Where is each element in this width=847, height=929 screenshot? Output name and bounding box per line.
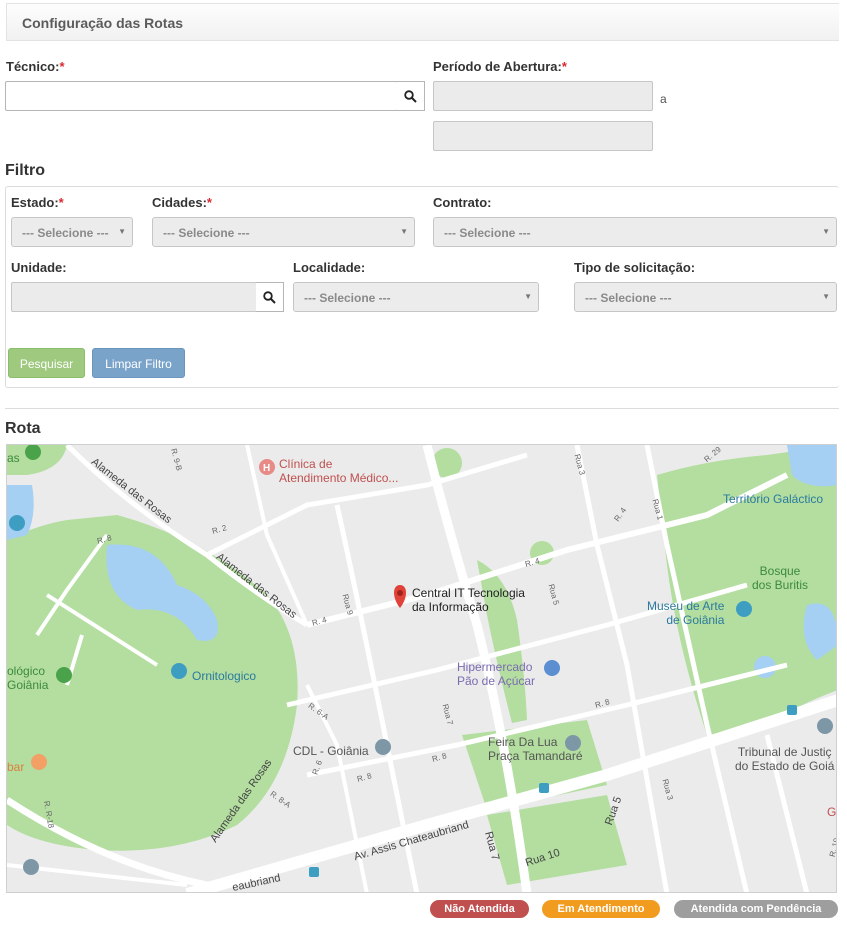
tecnico-input[interactable] xyxy=(5,81,398,111)
panel-header: Configuração das Rotas xyxy=(6,3,839,41)
contrato-label: Contrato: xyxy=(433,195,492,210)
map-label-tribunal: Tribunal de Justiç do Estado de Goiá xyxy=(735,745,835,773)
cidades-select[interactable]: --- Selecione --- ▼ xyxy=(152,217,415,247)
periodo-label: Período de Abertura:* xyxy=(433,59,567,74)
tipo-select[interactable]: --- Selecione --- ▼ xyxy=(574,282,837,312)
unidade-input[interactable] xyxy=(11,282,257,312)
legend-atendida-com-pendencia: Atendida com Pendência xyxy=(674,900,838,918)
legend-em-atendimento: Em Atendimento xyxy=(542,900,660,918)
cidades-label: Cidades:* xyxy=(152,195,212,210)
chevron-down-icon: ▼ xyxy=(822,292,830,301)
zoo-icon xyxy=(56,667,72,683)
cidades-value: --- Selecione --- xyxy=(163,226,250,240)
unidade-label: Unidade: xyxy=(11,260,67,275)
periodo-start-input[interactable] xyxy=(433,81,653,111)
estado-label: Estado:* xyxy=(11,195,64,210)
map-canvas: H xyxy=(7,445,836,892)
tecnico-search-button[interactable] xyxy=(397,81,425,111)
bus-stop-icon xyxy=(309,867,319,877)
estado-value: --- Selecione --- xyxy=(22,226,109,240)
map-label-clinica: Clínica de Atendimento Médico... xyxy=(279,457,399,485)
localidade-select[interactable]: --- Selecione --- ▼ xyxy=(293,282,539,312)
contrato-value: --- Selecione --- xyxy=(444,226,531,240)
periodo-separator: a xyxy=(660,92,667,106)
map-label-museu: Museu de Arte de Goiânia xyxy=(647,599,725,627)
search-icon xyxy=(263,291,276,304)
divider xyxy=(5,408,839,409)
chevron-down-icon: ▼ xyxy=(118,227,126,236)
map-label-bosque: Bosque dos Buritis xyxy=(752,564,809,592)
contrato-select[interactable]: --- Selecione --- ▼ xyxy=(433,217,837,247)
route-title: Rota xyxy=(5,420,41,437)
chevron-down-icon: ▼ xyxy=(400,227,408,236)
chevron-down-icon: ▼ xyxy=(524,292,532,301)
localidade-value: --- Selecione --- xyxy=(304,291,391,305)
government-icon xyxy=(817,718,833,734)
svg-text:H: H xyxy=(263,463,270,474)
search-icon xyxy=(404,90,417,103)
map-label-zoo: ológico Goiânia xyxy=(7,664,49,692)
estado-select[interactable]: --- Selecione --- ▼ xyxy=(11,217,133,247)
map-label-bar: bar xyxy=(7,760,25,774)
clear-filter-button[interactable]: Limpar Filtro xyxy=(92,348,185,378)
localidade-label: Localidade: xyxy=(293,260,366,275)
filter-title: Filtro xyxy=(5,162,45,179)
bus-stop-icon xyxy=(539,783,549,793)
periodo-end-input[interactable] xyxy=(433,121,653,151)
museum-icon xyxy=(171,663,187,679)
route-map[interactable]: H Clínica de Atendimento Médico... Centr… xyxy=(6,444,837,893)
place-icon xyxy=(23,859,39,875)
map-label-territorio: Território Galáctico xyxy=(723,492,824,506)
map-label-cdl: CDL - Goiânia xyxy=(293,744,369,758)
map-label-as: as xyxy=(7,451,20,465)
tipo-value: --- Selecione --- xyxy=(585,291,672,305)
search-button[interactable]: Pesquisar xyxy=(8,348,85,378)
tecnico-label: Técnico:* xyxy=(6,59,65,74)
bar-icon xyxy=(31,754,47,770)
map-label-feira: Feira Da Lua Praça Tamandaré xyxy=(488,735,583,763)
map-label-g: G xyxy=(827,805,837,819)
chevron-down-icon: ▼ xyxy=(822,227,830,236)
map-label-ornitologico: Ornitologico xyxy=(192,669,257,683)
map-label-hipermercado: Hipermercado Pão de Açúcar xyxy=(457,660,536,688)
place-icon xyxy=(375,739,391,755)
legend-nao-atendida: Não Atendida xyxy=(430,900,529,918)
unidade-search-button[interactable] xyxy=(256,282,284,312)
map-label-central: Central IT Tecnologia da Informação xyxy=(412,586,525,614)
bus-stop-icon xyxy=(787,705,797,715)
shopping-icon xyxy=(544,660,560,676)
museum-icon xyxy=(9,515,25,531)
museum-icon xyxy=(736,601,752,617)
tipo-label: Tipo de solicitação: xyxy=(574,260,696,275)
page-title: Configuração das Rotas xyxy=(22,15,184,31)
